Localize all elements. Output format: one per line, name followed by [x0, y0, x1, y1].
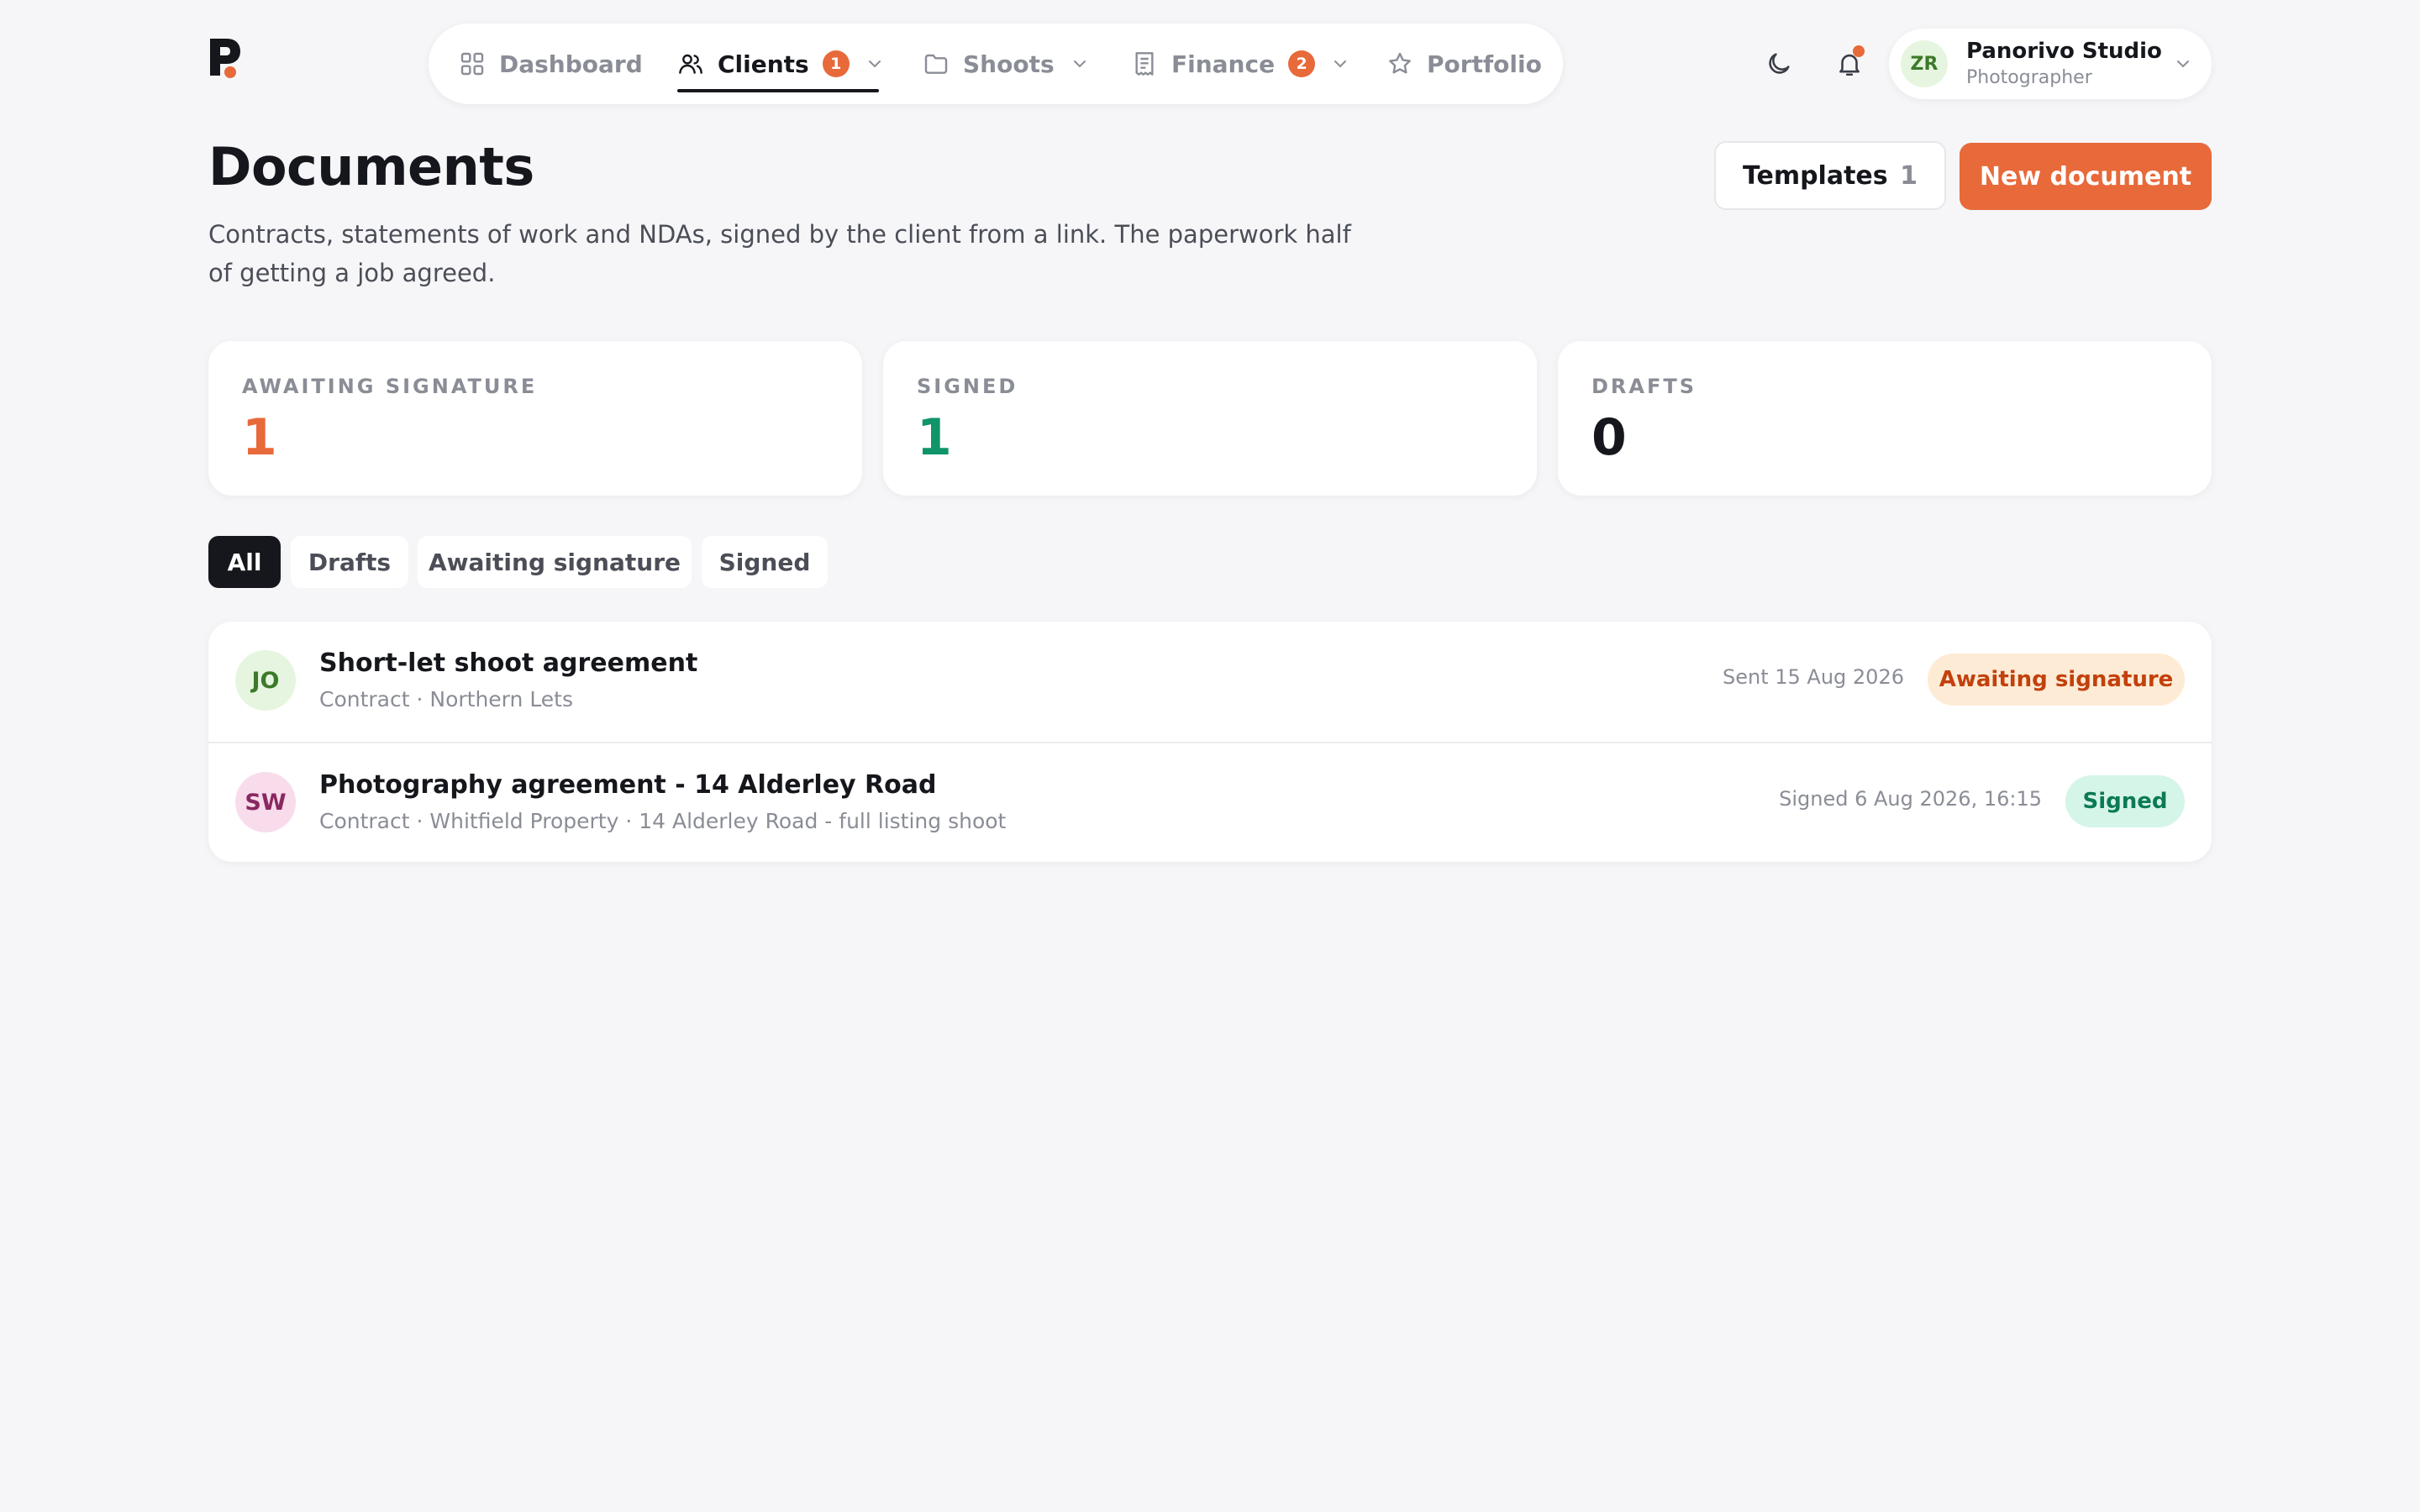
nav-label: Finance [1171, 50, 1276, 78]
stat-label: AWAITING SIGNATURE [242, 375, 538, 398]
document-date: Sent 15 Aug 2026 [1723, 665, 1904, 689]
chevron-down-icon [1073, 60, 1086, 68]
nav-label: Portfolio [1427, 50, 1542, 78]
folder-icon [924, 54, 948, 74]
documents-page: Dashboard Clients 1 Shoots Finance 2 Por… [0, 0, 2420, 1512]
user-menu[interactable]: ZR Panorivo Studio Photographer [1889, 29, 2212, 99]
nav-label: Dashboard [499, 50, 643, 78]
nav-item-dashboard[interactable]: Dashboard [459, 24, 643, 104]
chevron-down-icon [2177, 60, 2189, 68]
document-title: Photography agreement - 14 Alderley Road [319, 770, 937, 800]
page-description: Contracts, statements of work and NDAs, … [208, 220, 1351, 287]
chevron-down-icon [1334, 60, 1347, 68]
document-title: Short-let shoot agreement [319, 648, 698, 678]
star-icon [1389, 52, 1411, 74]
status-badge: Signed [2065, 775, 2185, 827]
notification-dot [1853, 45, 1865, 57]
finance-count-badge: 2 [1288, 50, 1316, 77]
brand-logo[interactable] [208, 37, 244, 79]
chevron-down-icon [868, 60, 881, 68]
dashboard-grid-icon [460, 52, 484, 76]
filter-drafts[interactable]: Drafts [291, 536, 408, 588]
stat-value: 0 [1591, 408, 1627, 467]
document-date: Signed 6 Aug 2026, 16:15 [1779, 787, 2042, 811]
status-badge: Awaiting signature [1928, 654, 2185, 706]
document-row[interactable]: SW Photography agreement - 14 Alderley R… [208, 742, 2212, 862]
filter-signed[interactable]: Signed [702, 536, 828, 588]
document-subtitle: Contract · Whitfield Property · 14 Alder… [319, 809, 1007, 833]
nav-item-shoots[interactable]: Shoots [923, 24, 1090, 104]
filter-all[interactable]: All [208, 536, 281, 588]
stat-label: SIGNED [917, 375, 1018, 398]
clients-count-badge: 1 [822, 50, 850, 77]
nav-item-portfolio[interactable]: Portfolio [1386, 24, 1542, 104]
templates-label: Templates [1743, 160, 1888, 191]
stat-card-signed: SIGNED 1 [883, 341, 1537, 496]
users-icon [679, 54, 702, 74]
stat-value: 1 [917, 408, 952, 467]
notifications-button[interactable] [1829, 44, 1870, 84]
nav-label: Clients [718, 50, 809, 78]
document-row[interactable]: JO Short-let shoot agreement Contract · … [208, 622, 2212, 742]
templates-button[interactable]: Templates 1 [1714, 141, 1946, 210]
nav-label: Shoots [963, 50, 1055, 78]
stat-label: DRAFTS [1591, 375, 1697, 398]
client-avatar: JO [235, 650, 296, 711]
stat-card-awaiting-signature: AWAITING SIGNATURE 1 [208, 341, 862, 496]
avatar: ZR [1901, 40, 1948, 87]
main-nav: Dashboard Clients 1 Shoots Finance 2 Por… [429, 24, 1563, 104]
user-name: Panorivo Studio [1966, 39, 2162, 64]
nav-item-finance[interactable]: Finance 2 [1131, 24, 1350, 104]
receipt-icon [1135, 52, 1154, 76]
user-role: Photographer [1966, 67, 2092, 88]
filter-awaiting-signature[interactable]: Awaiting signature [418, 536, 692, 588]
new-document-button[interactable]: New document [1960, 143, 2212, 210]
templates-count: 1 [1900, 160, 1918, 191]
stat-value: 1 [242, 408, 277, 467]
documents-list: JO Short-let shoot agreement Contract · … [208, 622, 2212, 862]
active-tab-indicator [677, 89, 879, 92]
theme-toggle-button[interactable] [1759, 44, 1799, 84]
moon-icon [1769, 53, 1790, 74]
document-subtitle: Contract · Northern Lets [319, 687, 574, 711]
page-title: Documents [208, 136, 534, 197]
stat-card-drafts: DRAFTS 0 [1558, 341, 2212, 496]
client-avatar: SW [235, 772, 296, 832]
